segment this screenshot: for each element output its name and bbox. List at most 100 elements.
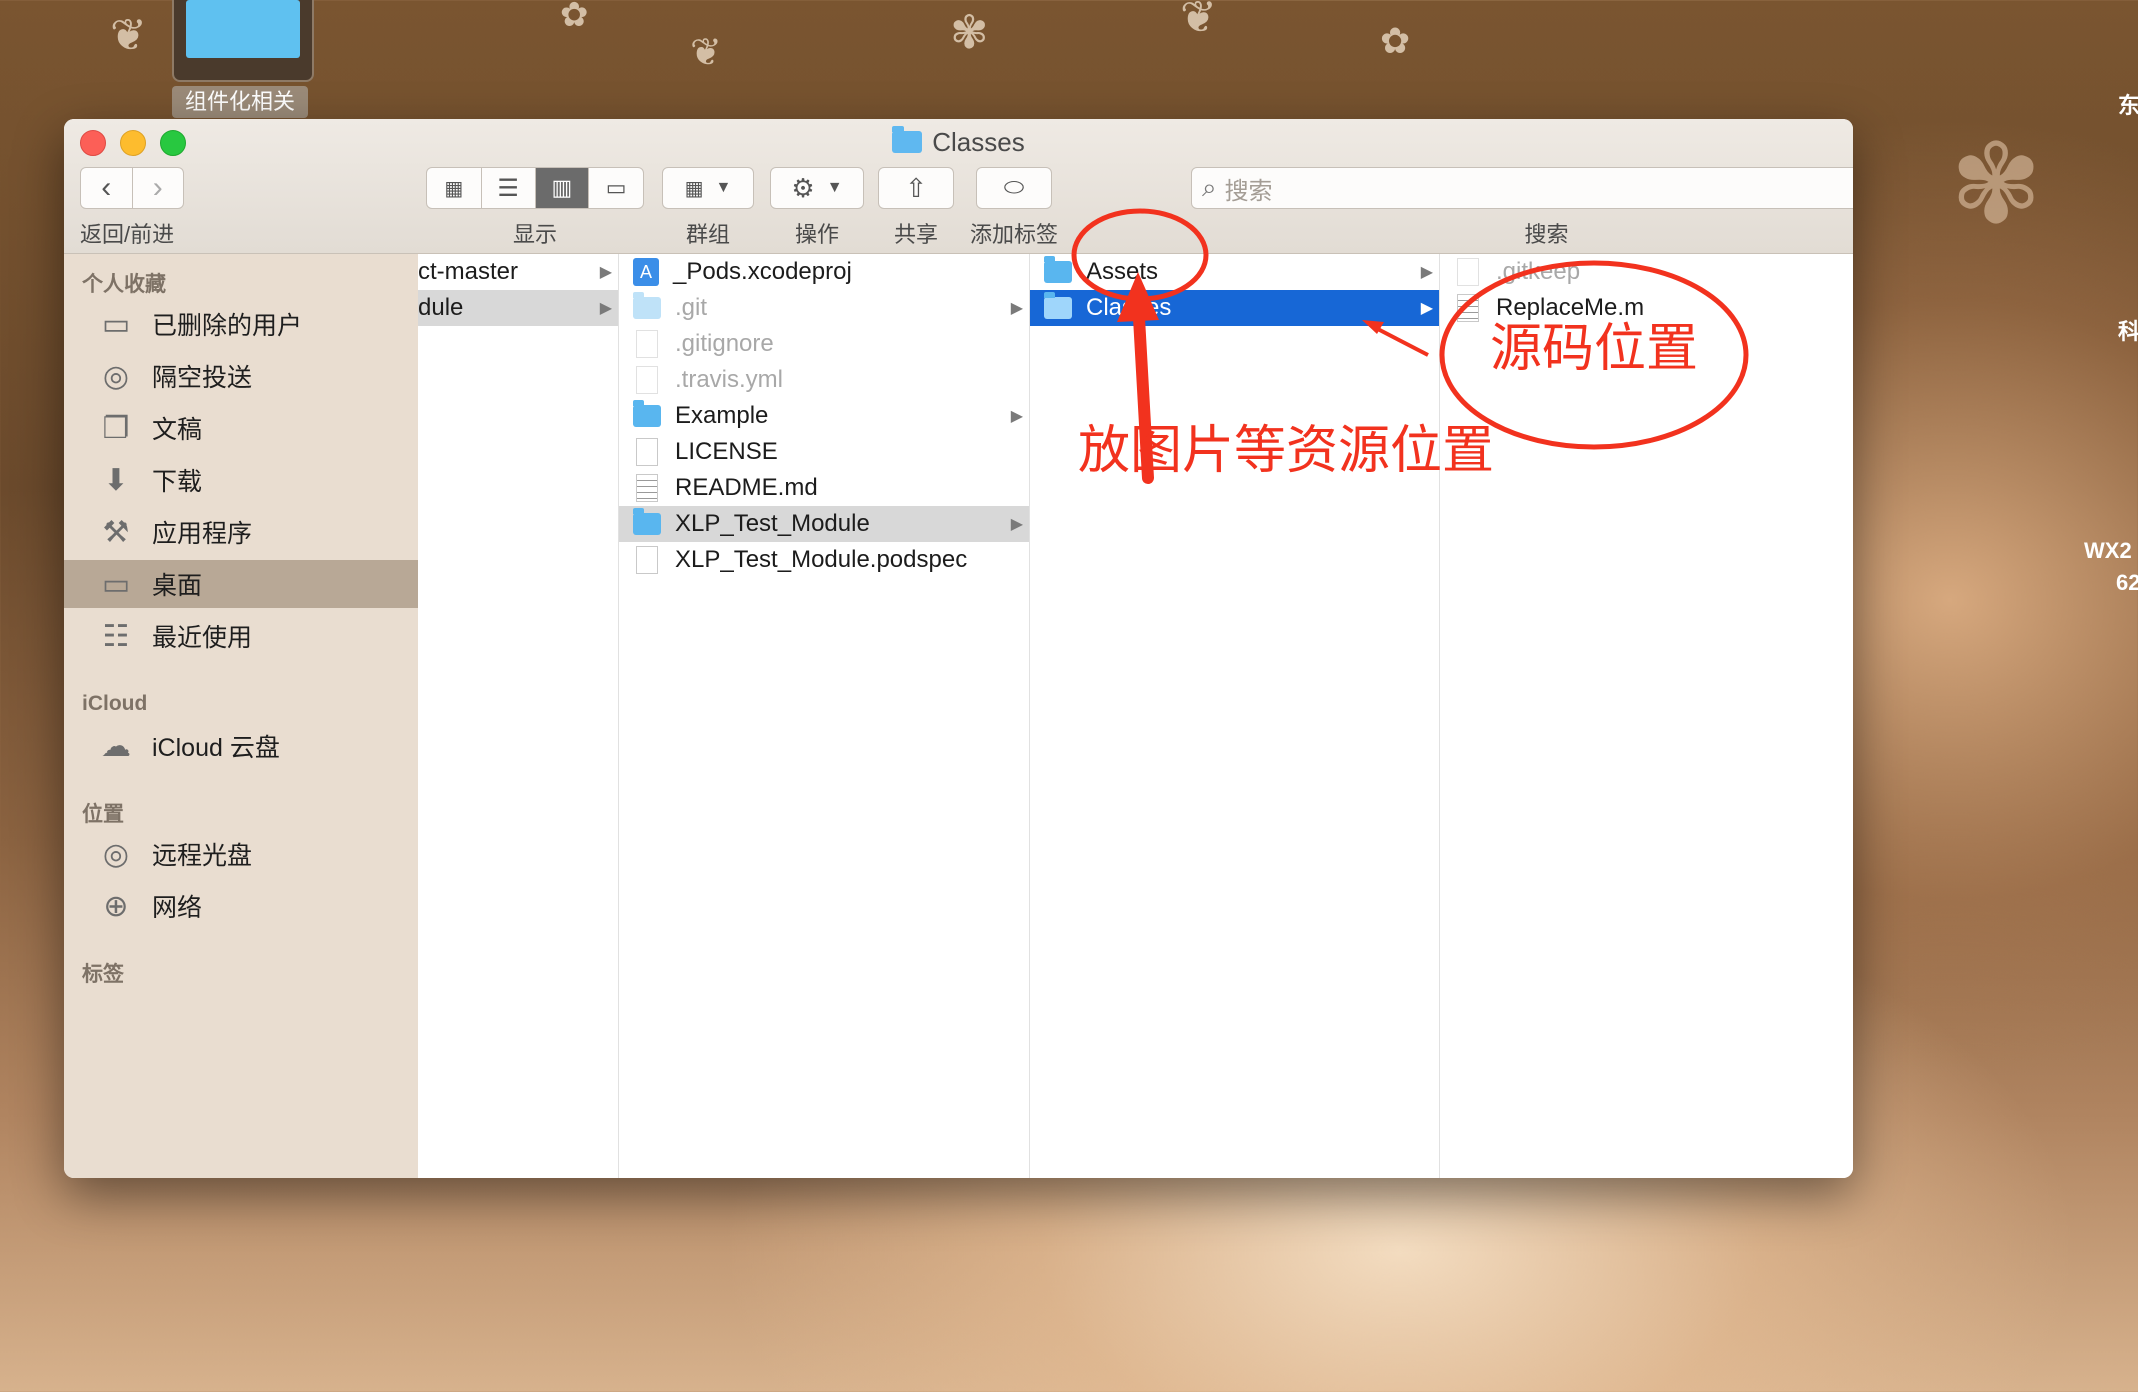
- action-button[interactable]: ⚙ ▼: [770, 167, 864, 209]
- tag-button[interactable]: ⬭: [976, 167, 1052, 209]
- column-4: .gitkeep ReplaceMe.m: [1440, 254, 1853, 1178]
- butterfly-decoration: ✿: [1380, 20, 1411, 61]
- share-icon: ⇧: [905, 172, 927, 203]
- toolbar: Classes ‹ › 返回/前进 ▦ ☰ ▥ ▭ 显示 ▦ ▼ 群组 ⚙ ▼ …: [64, 119, 1853, 254]
- list-item[interactable]: .git ▶: [619, 290, 1029, 326]
- list-item[interactable]: .gitignore: [619, 326, 1029, 362]
- list-item[interactable]: XLP_Test_Module.podspec: [619, 542, 1029, 578]
- nav-label: 返回/前进: [80, 222, 175, 247]
- list-item[interactable]: dule ▶: [418, 290, 618, 326]
- list-item[interactable]: Classes ▶: [1030, 290, 1439, 326]
- list-item[interactable]: Assets ▶: [1030, 254, 1439, 290]
- desktop-edge-text: 62: [2116, 570, 2138, 595]
- butterfly-decoration: ✾: [950, 6, 989, 58]
- airdrop-icon: ◎: [102, 359, 130, 393]
- assets-annotation: 放图片等资源位置: [1078, 422, 1495, 480]
- group-button[interactable]: ▦ ▼: [662, 167, 754, 209]
- tags-header: 标签: [82, 963, 124, 986]
- sidebar-item-airdrop[interactable]: ◎ 隔空投送: [64, 352, 418, 400]
- folder-icon: [892, 126, 923, 153]
- favorites-header: 个人收藏: [82, 273, 166, 296]
- desktop-icon: ▭: [101, 567, 131, 601]
- sidebar-item-icloud-drive[interactable]: ☁ iCloud 云盘: [64, 722, 418, 770]
- folder-icon: [1044, 256, 1072, 283]
- action-label: 操作: [794, 222, 839, 247]
- file-icon: [1457, 258, 1479, 286]
- window-title: Classes: [64, 126, 1853, 158]
- share-label: 共享: [893, 222, 938, 247]
- file-icon: [636, 438, 658, 466]
- disclosure-arrow-icon: ▶: [1420, 300, 1433, 317]
- list-view-icon[interactable]: ☰: [482, 168, 536, 208]
- list-item[interactable]: XLP_Test_Module ▶: [619, 506, 1029, 542]
- network-icon: ⊕: [103, 889, 129, 923]
- list-item[interactable]: .gitkeep: [1440, 254, 1853, 290]
- classes-annotation: 源码位置: [1490, 320, 1699, 378]
- column-view-icon[interactable]: ▥: [535, 168, 590, 208]
- file-icon: [636, 366, 658, 394]
- butterfly-decoration: ❦: [690, 32, 722, 74]
- sidebar-item-network[interactable]: ⊕ 网络: [64, 882, 418, 930]
- list-item[interactable]: README.md: [619, 470, 1029, 506]
- back-icon[interactable]: ‹: [81, 168, 133, 208]
- search-input[interactable]: ⌕ 搜索: [1191, 167, 1853, 209]
- share-button[interactable]: ⇧: [878, 167, 954, 209]
- desktop-edge-text: 科: [2118, 319, 2138, 344]
- download-icon: ⬇: [103, 463, 129, 497]
- file-icon: [636, 330, 658, 358]
- sidebar: 个人收藏 ▭ 已删除的用户 ◎ 隔空投送 ❐ 文稿 ⬇ 下载 ⚒ 应用程序 ▭ 桌面 ☷ 最近…: [64, 254, 419, 1178]
- desktop-folder-icon[interactable]: [172, 0, 314, 82]
- view-label: 显示: [512, 222, 557, 247]
- column-2: A _Pods.xcodeproj .git ▶ .gitignore .travi…: [619, 254, 1030, 1178]
- tag-icon: ⬭: [1003, 174, 1025, 201]
- cloud-icon: ☁: [101, 729, 131, 763]
- list-item[interactable]: ct-master ▶: [418, 254, 618, 290]
- group-label: 群组: [685, 222, 730, 247]
- xcodeproj-icon: A: [633, 258, 659, 286]
- group-icon: ▦: [684, 177, 704, 200]
- sidebar-item-deleted-users[interactable]: ▭ 已删除的用户: [64, 300, 418, 348]
- disclosure-arrow-icon: ▶: [1010, 516, 1023, 533]
- butterfly-decoration: ❦: [110, 11, 147, 60]
- column-3: Assets ▶ Classes ▶: [1030, 254, 1440, 1178]
- disclosure-arrow-icon: ▶: [599, 300, 612, 317]
- list-item[interactable]: LICENSE: [619, 434, 1029, 470]
- search-placeholder: 搜索: [1224, 177, 1273, 205]
- list-item[interactable]: A _Pods.xcodeproj: [619, 254, 1029, 290]
- icon-view-icon[interactable]: ▦: [427, 168, 482, 208]
- file-icon: [636, 546, 658, 574]
- folder-icon: [633, 400, 661, 427]
- disc-icon: ◎: [102, 837, 130, 871]
- recents-icon: ☷: [102, 619, 130, 653]
- applications-icon: ⚒: [102, 515, 130, 549]
- sidebar-item-downloads[interactable]: ⬇ 下载: [64, 456, 418, 504]
- source-file-icon: [1457, 294, 1479, 322]
- desktop-folder-label[interactable]: 组件化相关: [172, 86, 308, 118]
- sidebar-item-applications[interactable]: ⚒ 应用程序: [64, 508, 418, 556]
- sidebar-item-recents[interactable]: ☷ 最近使用: [64, 612, 418, 660]
- documents-icon: ❐: [102, 411, 130, 445]
- gallery-view-icon[interactable]: ▭: [589, 168, 643, 208]
- list-item[interactable]: Example ▶: [619, 398, 1029, 434]
- butterfly-decoration: ✿: [560, 0, 589, 34]
- sidebar-item-desktop[interactable]: ▭ 桌面: [64, 560, 418, 608]
- disclosure-arrow-icon: ▶: [1420, 264, 1433, 281]
- disclosure-arrow-icon: ▶: [1010, 300, 1023, 317]
- chevron-down-icon: ▼: [715, 179, 732, 196]
- folder-icon: [633, 508, 661, 535]
- sidebar-item-remote-disc[interactable]: ◎ 远程光盘: [64, 830, 418, 878]
- icloud-header: iCloud: [82, 692, 148, 715]
- gear-icon: ⚙: [791, 172, 815, 203]
- list-item[interactable]: .travis.yml: [619, 362, 1029, 398]
- search-label: 搜索: [1524, 222, 1569, 247]
- markdown-file-icon: [636, 474, 658, 502]
- sidebar-item-documents[interactable]: ❐ 文稿: [64, 404, 418, 452]
- view-mode-buttons: ▦ ☰ ▥ ▭: [426, 167, 644, 209]
- flower-decoration: ✾: [1950, 123, 2043, 246]
- chevron-down-icon: ▼: [826, 179, 843, 196]
- locations-header: 位置: [82, 803, 124, 826]
- search-icon: ⌕: [1202, 172, 1217, 202]
- desktop-edge-text: WX2: [2084, 538, 2132, 563]
- disclosure-arrow-icon: ▶: [1010, 408, 1023, 425]
- forward-icon[interactable]: ›: [133, 168, 184, 208]
